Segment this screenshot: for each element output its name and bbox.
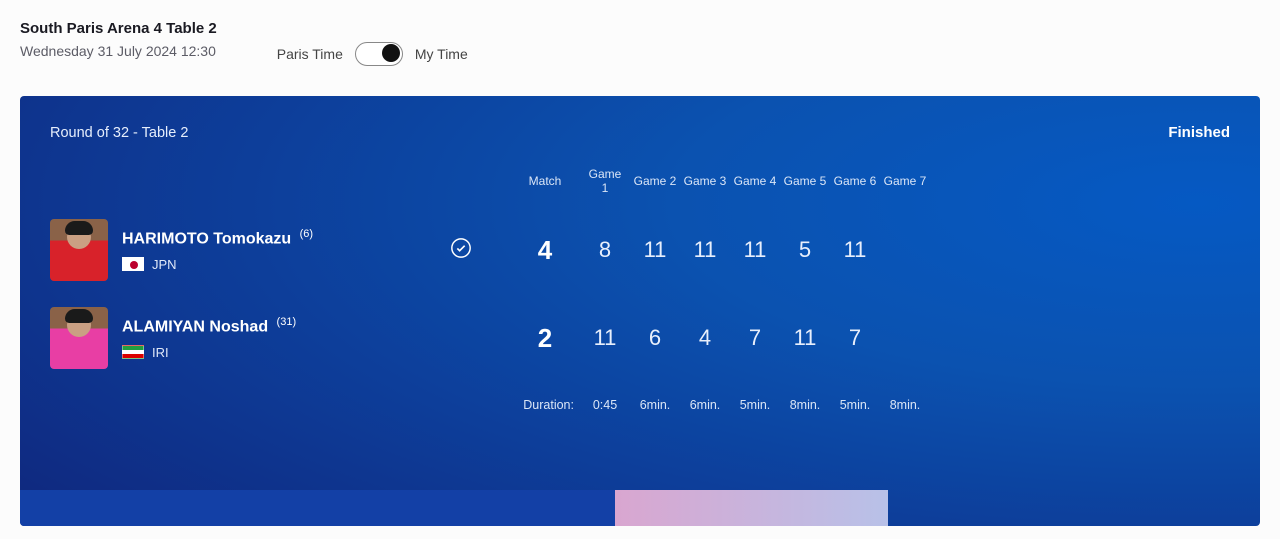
match-score-2: 2: [510, 323, 580, 354]
card-top-row: Round of 32 - Table 2 Finished: [20, 96, 1260, 141]
page-header: South Paris Arena 4 Table 2 Wednesday 31…: [20, 20, 1260, 66]
p2-g2: 6: [630, 325, 680, 351]
dur-g3: 5min.: [730, 398, 780, 412]
avatar-2: [50, 307, 108, 369]
match-score-1: 4: [510, 235, 580, 266]
player-cell-2[interactable]: ALAMIYAN Noshad (31) IRI: [50, 307, 450, 369]
score-card: Round of 32 - Table 2 Finished Match Gam…: [20, 96, 1260, 526]
p2-g5: 11: [780, 325, 830, 351]
venue-date: Wednesday 31 July 2024 12:30: [20, 43, 217, 59]
player-country-1: JPN: [122, 257, 313, 272]
dur-g2: 6min.: [680, 398, 730, 412]
player-country-2: IRI: [122, 345, 296, 360]
check-circle-icon: [450, 237, 472, 259]
dur-g4: 8min.: [780, 398, 830, 412]
avatar-1: [50, 219, 108, 281]
toggle-knob: [382, 44, 400, 62]
winner-indicator-1: [450, 237, 510, 264]
col-game3: Game 3: [680, 174, 730, 188]
p2-g1: 11: [580, 325, 630, 351]
p1-g6: 11: [830, 237, 880, 263]
flag-jpn-icon: [122, 257, 144, 271]
player-info-2: ALAMIYAN Noshad (31) IRI: [122, 316, 296, 359]
p1-g5: 5: [780, 237, 830, 263]
my-time-label: My Time: [415, 46, 468, 62]
player-country-code-1: JPN: [152, 257, 177, 272]
player-row-1: HARIMOTO Tomokazu (6) JPN 4 8 11 11 11 5…: [50, 206, 1260, 294]
venue-title: South Paris Arena 4 Table 2: [20, 20, 217, 37]
paris-time-label: Paris Time: [277, 46, 343, 62]
duration-label: Duration:: [510, 398, 580, 412]
flag-iri-icon: [122, 345, 144, 359]
p1-g1: 8: [580, 237, 630, 263]
col-match: Match: [510, 174, 580, 188]
player-seed-2: (31): [277, 316, 297, 328]
dur-total: 0:45: [580, 398, 630, 412]
p1-g2: 11: [630, 237, 680, 263]
player-country-code-2: IRI: [152, 345, 169, 360]
p2-g3: 4: [680, 325, 730, 351]
player-seed-1: (6): [300, 228, 313, 240]
col-game1: Game 1: [580, 167, 630, 196]
player-name-2: ALAMIYAN Noshad (31): [122, 316, 296, 336]
dur-g5: 5min.: [830, 398, 880, 412]
score-area: Match Game 1 Game 2 Game 3 Game 4 Game 5…: [20, 156, 1260, 428]
round-label: Round of 32 - Table 2: [50, 125, 188, 141]
duration-row: Duration: 0:45 6min. 6min. 5min. 8min. 5…: [50, 382, 1260, 428]
venue-block: South Paris Arena 4 Table 2 Wednesday 31…: [20, 20, 217, 59]
time-toggle-row: Paris Time My Time: [277, 20, 468, 66]
status-label: Finished: [1168, 124, 1230, 141]
dur-g1: 6min.: [630, 398, 680, 412]
player-info-1: HARIMOTO Tomokazu (6) JPN: [122, 228, 313, 271]
col-game5: Game 5: [780, 174, 830, 188]
col-game6: Game 6: [830, 174, 880, 188]
col-game4: Game 4: [730, 174, 780, 188]
time-toggle[interactable]: [355, 42, 403, 66]
p2-g4: 7: [730, 325, 780, 351]
col-game2: Game 2: [630, 174, 680, 188]
p1-g3: 11: [680, 237, 730, 263]
player-name-1: HARIMOTO Tomokazu (6): [122, 228, 313, 248]
player-row-2: ALAMIYAN Noshad (31) IRI 2 11 6 4 7 11 7: [50, 294, 1260, 382]
player-name-text-2: ALAMIYAN Noshad: [122, 319, 268, 336]
decorative-bottom-bar: [20, 490, 1260, 526]
p2-g6: 7: [830, 325, 880, 351]
dur-g6: 8min.: [880, 398, 930, 412]
col-game7: Game 7: [880, 174, 930, 188]
player-name-text-1: HARIMOTO Tomokazu: [122, 231, 291, 248]
p1-g4: 11: [730, 237, 780, 263]
player-cell-1[interactable]: HARIMOTO Tomokazu (6) JPN: [50, 219, 450, 281]
score-header-row: Match Game 1 Game 2 Game 3 Game 4 Game 5…: [50, 156, 1260, 206]
